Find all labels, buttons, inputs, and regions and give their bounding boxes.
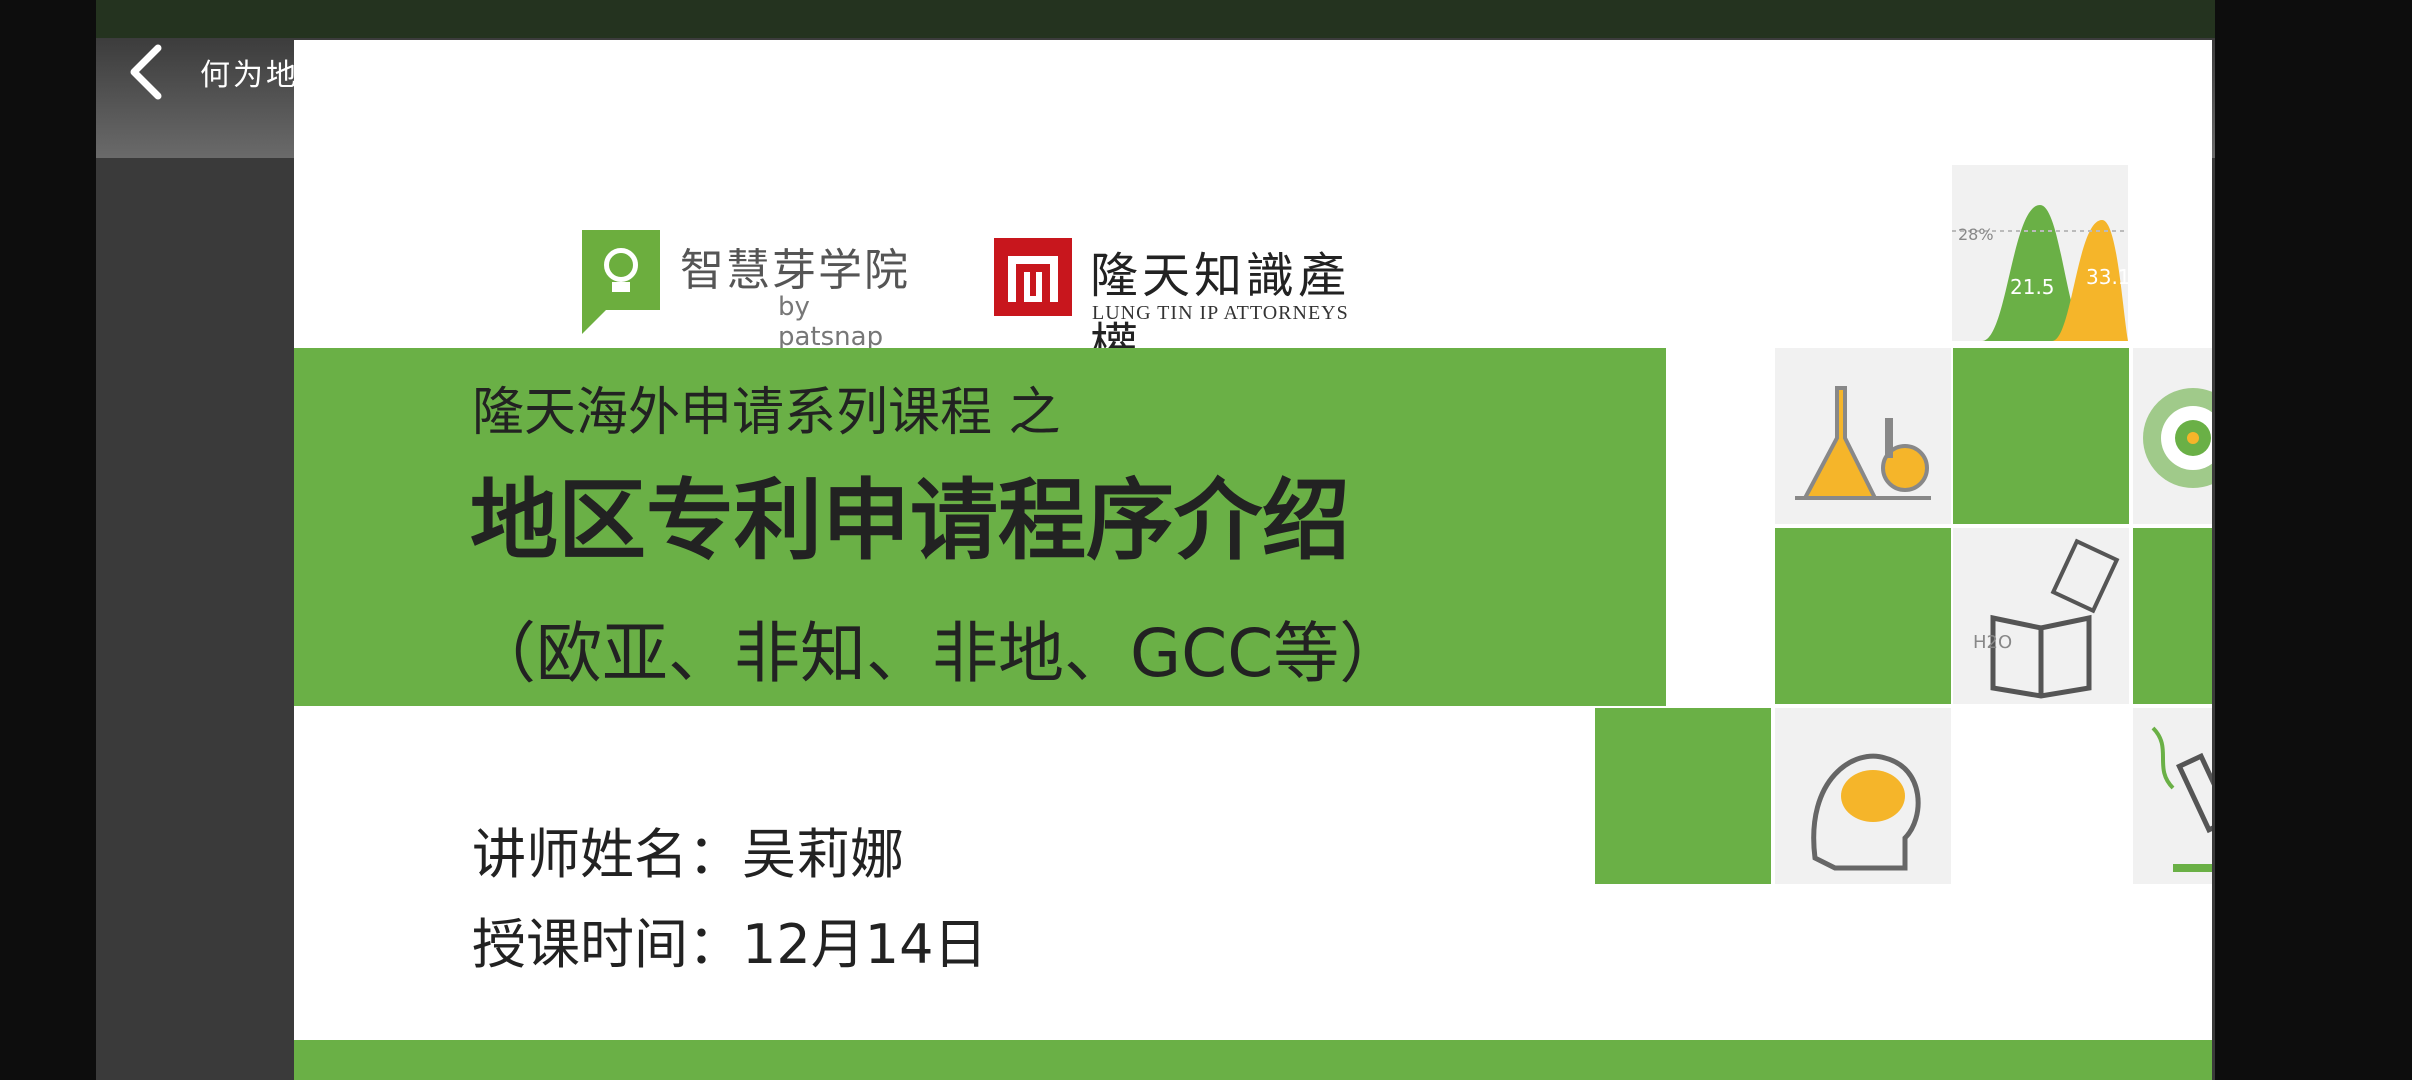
right-letterbox	[2215, 0, 2412, 1080]
brain-tile	[1775, 708, 1951, 884]
lecturer-name: 讲师姓名：吴莉娜	[472, 823, 904, 886]
lungtin-logo: 隆天知識產權 LUNG TIN IP ATTORNEYS	[994, 238, 1394, 374]
slide-subtitle: （欧亚、非知、非地、GCC等）	[470, 615, 1406, 692]
distribution-chart-icon	[1952, 205, 2128, 341]
green-tile	[1595, 708, 1771, 884]
chart-label-left: 21.5	[2010, 275, 2055, 299]
academy-by: by patsnap	[778, 292, 884, 352]
flask-tile	[1775, 348, 1951, 524]
academy-name: 智慧芽学院	[680, 245, 910, 296]
dna-icon	[2151, 726, 2175, 790]
patsnap-academy-logo: 智慧芽学院 by patsnap	[582, 230, 912, 352]
chart-thumbnail: 28% 21.5 33.1	[1952, 165, 2131, 341]
svg-text:H2O: H2O	[1973, 632, 2012, 653]
back-button[interactable]	[122, 40, 172, 104]
video-top-strip	[96, 0, 2215, 38]
microscope-tile	[2133, 708, 2212, 884]
series-title: 隆天海外申请系列课程 之	[472, 383, 1061, 443]
blank-tile	[1953, 708, 2129, 884]
green-tile	[1953, 348, 2129, 524]
brain-head-icon	[1811, 753, 1921, 871]
microscope-icon	[2151, 726, 2212, 872]
book-tile: H2O	[1953, 528, 2129, 704]
slide-title: 地区专利申请程序介绍	[470, 469, 1351, 572]
flask-icon	[1795, 386, 1931, 500]
video-player[interactable]: 智慧芽学院 by patsnap 隆天知識產權 LUNG TIN IP ATTO…	[96, 0, 2215, 1080]
lecture-time: 授课时间：12月14日	[472, 913, 988, 976]
logo-tail	[582, 310, 606, 334]
bottom-band	[294, 1040, 2212, 1080]
back-icon	[130, 44, 162, 100]
slide-frame: 智慧芽学院 by patsnap 隆天知識產權 LUNG TIN IP ATTO…	[294, 40, 2212, 1080]
chart-label-top: 28%	[1958, 225, 1994, 244]
left-letterbox	[0, 0, 96, 1080]
globe-tile	[2133, 348, 2212, 524]
lightbulb-base	[612, 282, 630, 292]
firm-english-name: LUNG TIN IP ATTORNEYS	[1092, 302, 1349, 324]
lungtin-mark-icon	[994, 238, 1072, 316]
green-tile	[2133, 528, 2212, 704]
chart-label-right: 33.1	[2086, 265, 2131, 289]
green-tile	[1775, 528, 1951, 704]
book-icon: H2O	[1973, 538, 2120, 699]
lightbulb-icon	[604, 248, 638, 282]
video-title: 何为地区专利?	[200, 58, 417, 93]
globe-target-icon	[2143, 388, 2212, 488]
